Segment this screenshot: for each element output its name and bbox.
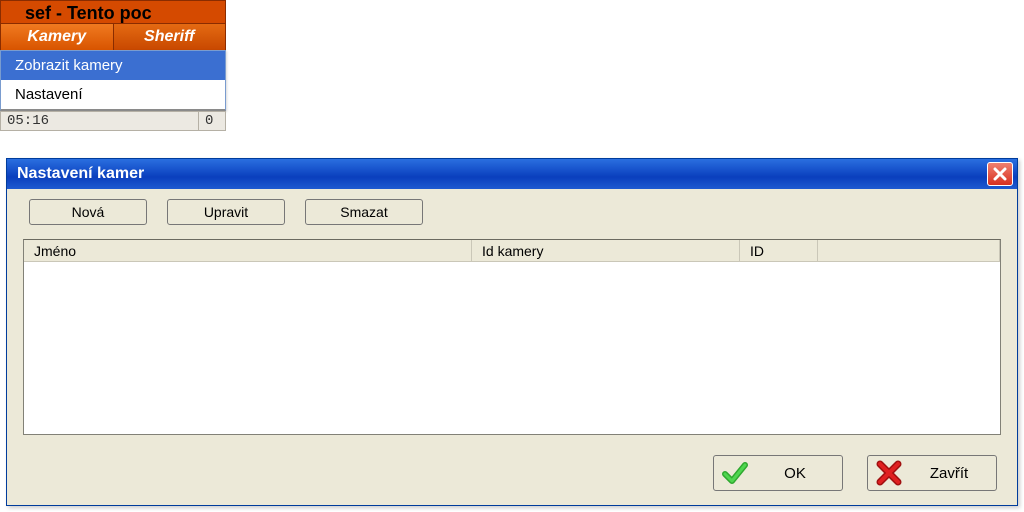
- column-header-idkamery[interactable]: Id kamery: [472, 240, 740, 261]
- app-menu-fragment: sef - Tento poc Kamery Sheriff Zobrazit …: [0, 0, 226, 131]
- dialog-title: Nastavení kamer: [17, 165, 144, 183]
- app-titlebar: sef - Tento poc: [0, 0, 226, 24]
- dialog-titlebar: Nastavení kamer: [7, 159, 1017, 189]
- dialog-nastaveni-kamer: Nastavení kamer Nová Upravit Smazat Jmén…: [6, 158, 1018, 506]
- status-count: 0: [199, 112, 225, 130]
- dialog-body: Nová Upravit Smazat Jméno Id kamery ID: [7, 189, 1017, 505]
- menu-kamery[interactable]: Kamery: [1, 24, 114, 50]
- close-icon: [993, 167, 1007, 181]
- x-icon: [876, 460, 902, 486]
- edit-button[interactable]: Upravit: [167, 199, 285, 225]
- ok-button[interactable]: OK: [713, 455, 843, 491]
- column-header-empty[interactable]: [818, 240, 1000, 261]
- app-title: sef - Tento poc: [25, 3, 152, 23]
- dropdown-kamery: Zobrazit kamery Nastavení: [0, 50, 226, 111]
- status-row: 05:16 0: [0, 111, 226, 131]
- column-header-jmeno[interactable]: Jméno: [24, 240, 472, 261]
- close-button[interactable]: Zavřít: [867, 455, 997, 491]
- status-time: 05:16: [1, 112, 199, 130]
- listview-header: Jméno Id kamery ID: [24, 240, 1000, 262]
- delete-button[interactable]: Smazat: [305, 199, 423, 225]
- menu-sheriff[interactable]: Sheriff: [114, 24, 226, 50]
- dialog-close-button[interactable]: [987, 162, 1013, 186]
- dropdown-item-zobrazit-kamery[interactable]: Zobrazit kamery: [1, 51, 225, 80]
- dialog-footer: OK Zavřít: [23, 455, 1001, 491]
- check-icon: [722, 460, 748, 486]
- new-button[interactable]: Nová: [29, 199, 147, 225]
- camera-listview[interactable]: Jméno Id kamery ID: [23, 239, 1001, 435]
- dialog-toolbar: Nová Upravit Smazat: [29, 199, 1001, 225]
- column-header-id[interactable]: ID: [740, 240, 818, 261]
- dropdown-item-nastaveni[interactable]: Nastavení: [1, 80, 225, 109]
- menubar: Kamery Sheriff: [0, 24, 226, 50]
